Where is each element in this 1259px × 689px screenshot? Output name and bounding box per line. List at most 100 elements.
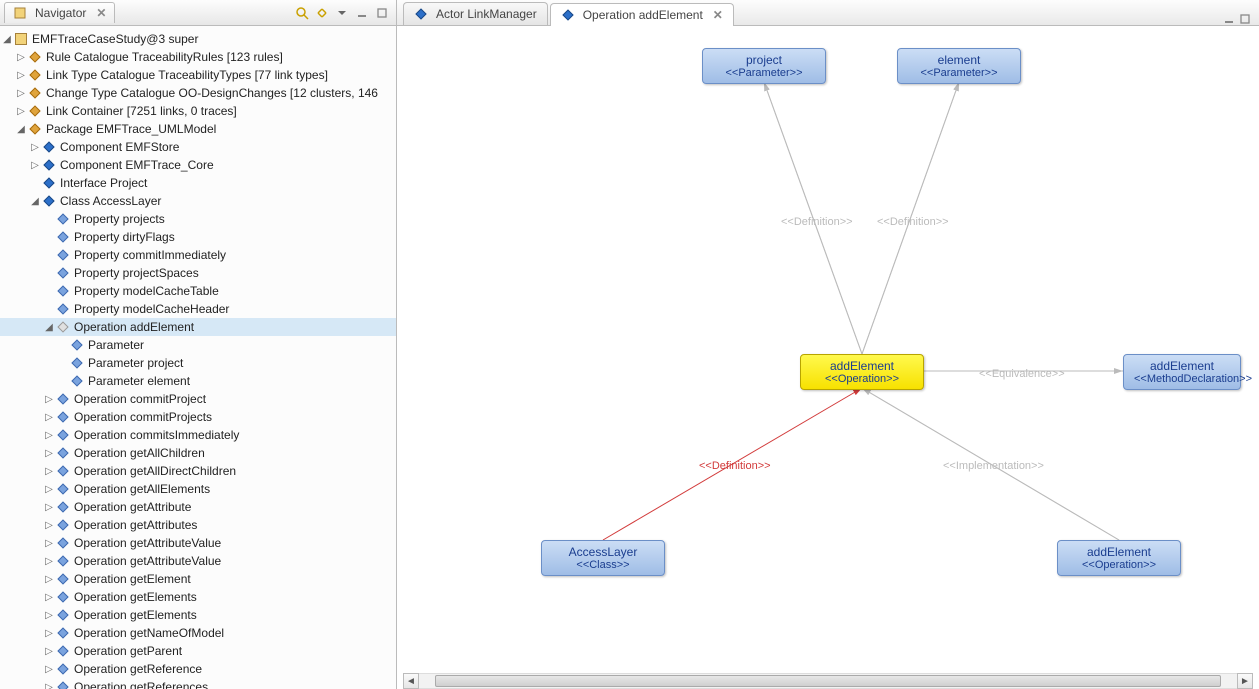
twisty-closed-icon[interactable]: ▷ xyxy=(14,106,28,117)
twisty-open-icon[interactable]: ◢ xyxy=(14,124,28,135)
close-icon[interactable]: ✕ xyxy=(713,8,723,22)
tree-item[interactable]: ▷Operation getNameOfModel xyxy=(0,624,396,642)
tree-item[interactable]: Interface Project xyxy=(0,174,396,192)
tree-item[interactable]: ▷Operation getAttributeValue xyxy=(0,534,396,552)
twisty-closed-icon[interactable]: ▷ xyxy=(42,574,56,585)
twisty-closed-icon[interactable]: ▷ xyxy=(42,412,56,423)
twisty-closed-icon[interactable]: ▷ xyxy=(42,394,56,405)
tree-item[interactable]: ▷Change Type Catalogue OO-DesignChanges … xyxy=(0,84,396,102)
maximize-icon[interactable] xyxy=(1239,13,1251,25)
minimize-icon[interactable] xyxy=(354,5,370,21)
scrollbar-thumb[interactable] xyxy=(435,675,1220,687)
tree-item[interactable]: Property modelCacheHeader xyxy=(0,300,396,318)
twisty-closed-icon[interactable]: ▷ xyxy=(42,664,56,675)
navigator-tree[interactable]: ◢EMFTraceCaseStudy@3 super▷Rule Catalogu… xyxy=(0,26,396,689)
tree-item[interactable]: ▷ Operation getElements xyxy=(0,588,396,606)
diamond-icon xyxy=(56,230,70,244)
twisty-closed-icon[interactable]: ▷ xyxy=(42,430,56,441)
tree-item[interactable]: ▷Operation getElements xyxy=(0,606,396,624)
tree-item[interactable]: ▷Operation commitProjects xyxy=(0,408,396,426)
diamond-icon xyxy=(56,518,70,532)
twisty-closed-icon[interactable]: ▷ xyxy=(42,646,56,657)
tree-item[interactable]: Parameter xyxy=(0,336,396,354)
tree-item[interactable]: Parameter project xyxy=(0,354,396,372)
minimize-icon[interactable] xyxy=(1223,13,1235,25)
tree-item-label: Property projectSpaces xyxy=(74,266,199,280)
tree-item[interactable]: Property dirtyFlags xyxy=(0,228,396,246)
tree-item[interactable]: ▷Operation getAllChildren xyxy=(0,444,396,462)
tree-item-label: Operation getElements xyxy=(74,590,197,604)
tree-item[interactable]: ◢Operation addElement xyxy=(0,318,396,336)
diagram-node-element[interactable]: element<<Parameter>> xyxy=(897,48,1021,84)
tree-item[interactable]: Property projects xyxy=(0,210,396,228)
tree-item[interactable]: ▷ Operation getAllDirectChildren xyxy=(0,462,396,480)
diagram-canvas[interactable]: project<<Parameter>> element<<Parameter>>… xyxy=(397,26,1259,689)
twisty-open-icon[interactable]: ◢ xyxy=(42,322,56,333)
tree-item[interactable]: ▷Operation getAllElements xyxy=(0,480,396,498)
twisty-closed-icon[interactable]: ▷ xyxy=(42,520,56,531)
twisty-closed-icon[interactable]: ▷ xyxy=(28,160,42,171)
search-icon[interactable] xyxy=(294,5,310,21)
twisty-closed-icon[interactable]: ▷ xyxy=(42,484,56,495)
twisty-closed-icon[interactable]: ▷ xyxy=(42,538,56,549)
tree-item[interactable]: ▷Rule Catalogue TraceabilityRules [123 r… xyxy=(0,48,396,66)
twisty-closed-icon[interactable]: ▷ xyxy=(42,592,56,603)
tree-item[interactable]: ▷Operation commitProject xyxy=(0,390,396,408)
tree-item[interactable]: ▷Link Container [7251 links, 0 traces] xyxy=(0,102,396,120)
scroll-left-icon[interactable]: ◄ xyxy=(403,673,419,689)
close-icon[interactable]: ✕ xyxy=(96,6,106,20)
twisty-closed-icon[interactable]: ▷ xyxy=(14,70,28,81)
diagram-node-accessLayer[interactable]: AccessLayer<<Class>> xyxy=(541,540,665,576)
diagram-node-methodDecl[interactable]: addElement<<MethodDeclaration>> xyxy=(1123,354,1241,390)
tab-actor-linkmanager[interactable]: Actor LinkManager xyxy=(403,2,548,25)
twisty-closed-icon[interactable]: ▷ xyxy=(42,682,56,689)
tree-item[interactable]: Property modelCacheTable xyxy=(0,282,396,300)
tree-item[interactable]: ◢Class AccessLayer xyxy=(0,192,396,210)
twisty-closed-icon[interactable]: ▷ xyxy=(42,628,56,639)
tree-item[interactable]: ◢EMFTraceCaseStudy@3 super xyxy=(0,30,396,48)
horizontal-scrollbar[interactable]: ◄ ► xyxy=(403,673,1253,689)
tree-item[interactable]: ▷Operation getAttributeValue xyxy=(0,552,396,570)
tree-item-label: Package EMFTrace_UMLModel xyxy=(46,122,216,136)
view-menu-icon[interactable] xyxy=(334,5,350,21)
link-with-editor-icon[interactable] xyxy=(314,5,330,21)
scroll-right-icon[interactable]: ► xyxy=(1237,673,1253,689)
tree-item[interactable]: ▷Operation getReference xyxy=(0,660,396,678)
tree-item[interactable]: ▷Operation getAttribute xyxy=(0,498,396,516)
tree-item[interactable]: ▷Component EMFTrace_Core xyxy=(0,156,396,174)
diamond-icon xyxy=(56,662,70,676)
maximize-icon[interactable] xyxy=(374,5,390,21)
twisty-closed-icon[interactable]: ▷ xyxy=(42,448,56,459)
tree-item[interactable]: ▷Link Type Catalogue TraceabilityTypes [… xyxy=(0,66,396,84)
diamond-icon xyxy=(28,50,42,64)
twisty-closed-icon[interactable]: ▷ xyxy=(42,466,56,477)
twisty-closed-icon[interactable]: ▷ xyxy=(42,502,56,513)
twisty-closed-icon[interactable]: ▷ xyxy=(42,610,56,621)
navigator-tab[interactable]: Navigator ✕ xyxy=(4,2,115,23)
twisty-closed-icon[interactable]: ▷ xyxy=(14,52,28,63)
tree-item[interactable]: Parameter element xyxy=(0,372,396,390)
twisty-open-icon[interactable]: ◢ xyxy=(0,34,14,45)
edge-label: <<Equivalence>> xyxy=(979,368,1065,380)
tree-item[interactable]: Property projectSpaces xyxy=(0,264,396,282)
tab-operation-addelement[interactable]: Operation addElement ✕ xyxy=(550,3,734,26)
diamond-icon xyxy=(56,644,70,658)
tree-item-label: Operation getAllDirectChildren xyxy=(74,464,236,478)
scrollbar-track[interactable] xyxy=(419,673,1237,689)
twisty-open-icon[interactable]: ◢ xyxy=(28,196,42,207)
tree-item[interactable]: ◢ Package EMFTrace_UMLModel xyxy=(0,120,396,138)
tree-item[interactable]: ▷Operation getElement xyxy=(0,570,396,588)
tree-item[interactable]: ▷Operation commitsImmediately xyxy=(0,426,396,444)
twisty-closed-icon[interactable]: ▷ xyxy=(28,142,42,153)
tree-item[interactable]: ▷Component EMFStore xyxy=(0,138,396,156)
tree-item[interactable]: Property commitImmediately xyxy=(0,246,396,264)
tree-item[interactable]: ▷Operation getParent xyxy=(0,642,396,660)
tree-item[interactable]: ▷Operation getReferences xyxy=(0,678,396,689)
diamond-icon xyxy=(56,536,70,550)
twisty-closed-icon[interactable]: ▷ xyxy=(14,88,28,99)
tree-item[interactable]: ▷Operation getAttributes xyxy=(0,516,396,534)
diagram-node-project[interactable]: project<<Parameter>> xyxy=(702,48,826,84)
diagram-node-lowerOp[interactable]: addElement<<Operation>> xyxy=(1057,540,1181,576)
twisty-closed-icon[interactable]: ▷ xyxy=(42,556,56,567)
diagram-node-centerOp[interactable]: addElement<<Operation>> xyxy=(800,354,924,390)
